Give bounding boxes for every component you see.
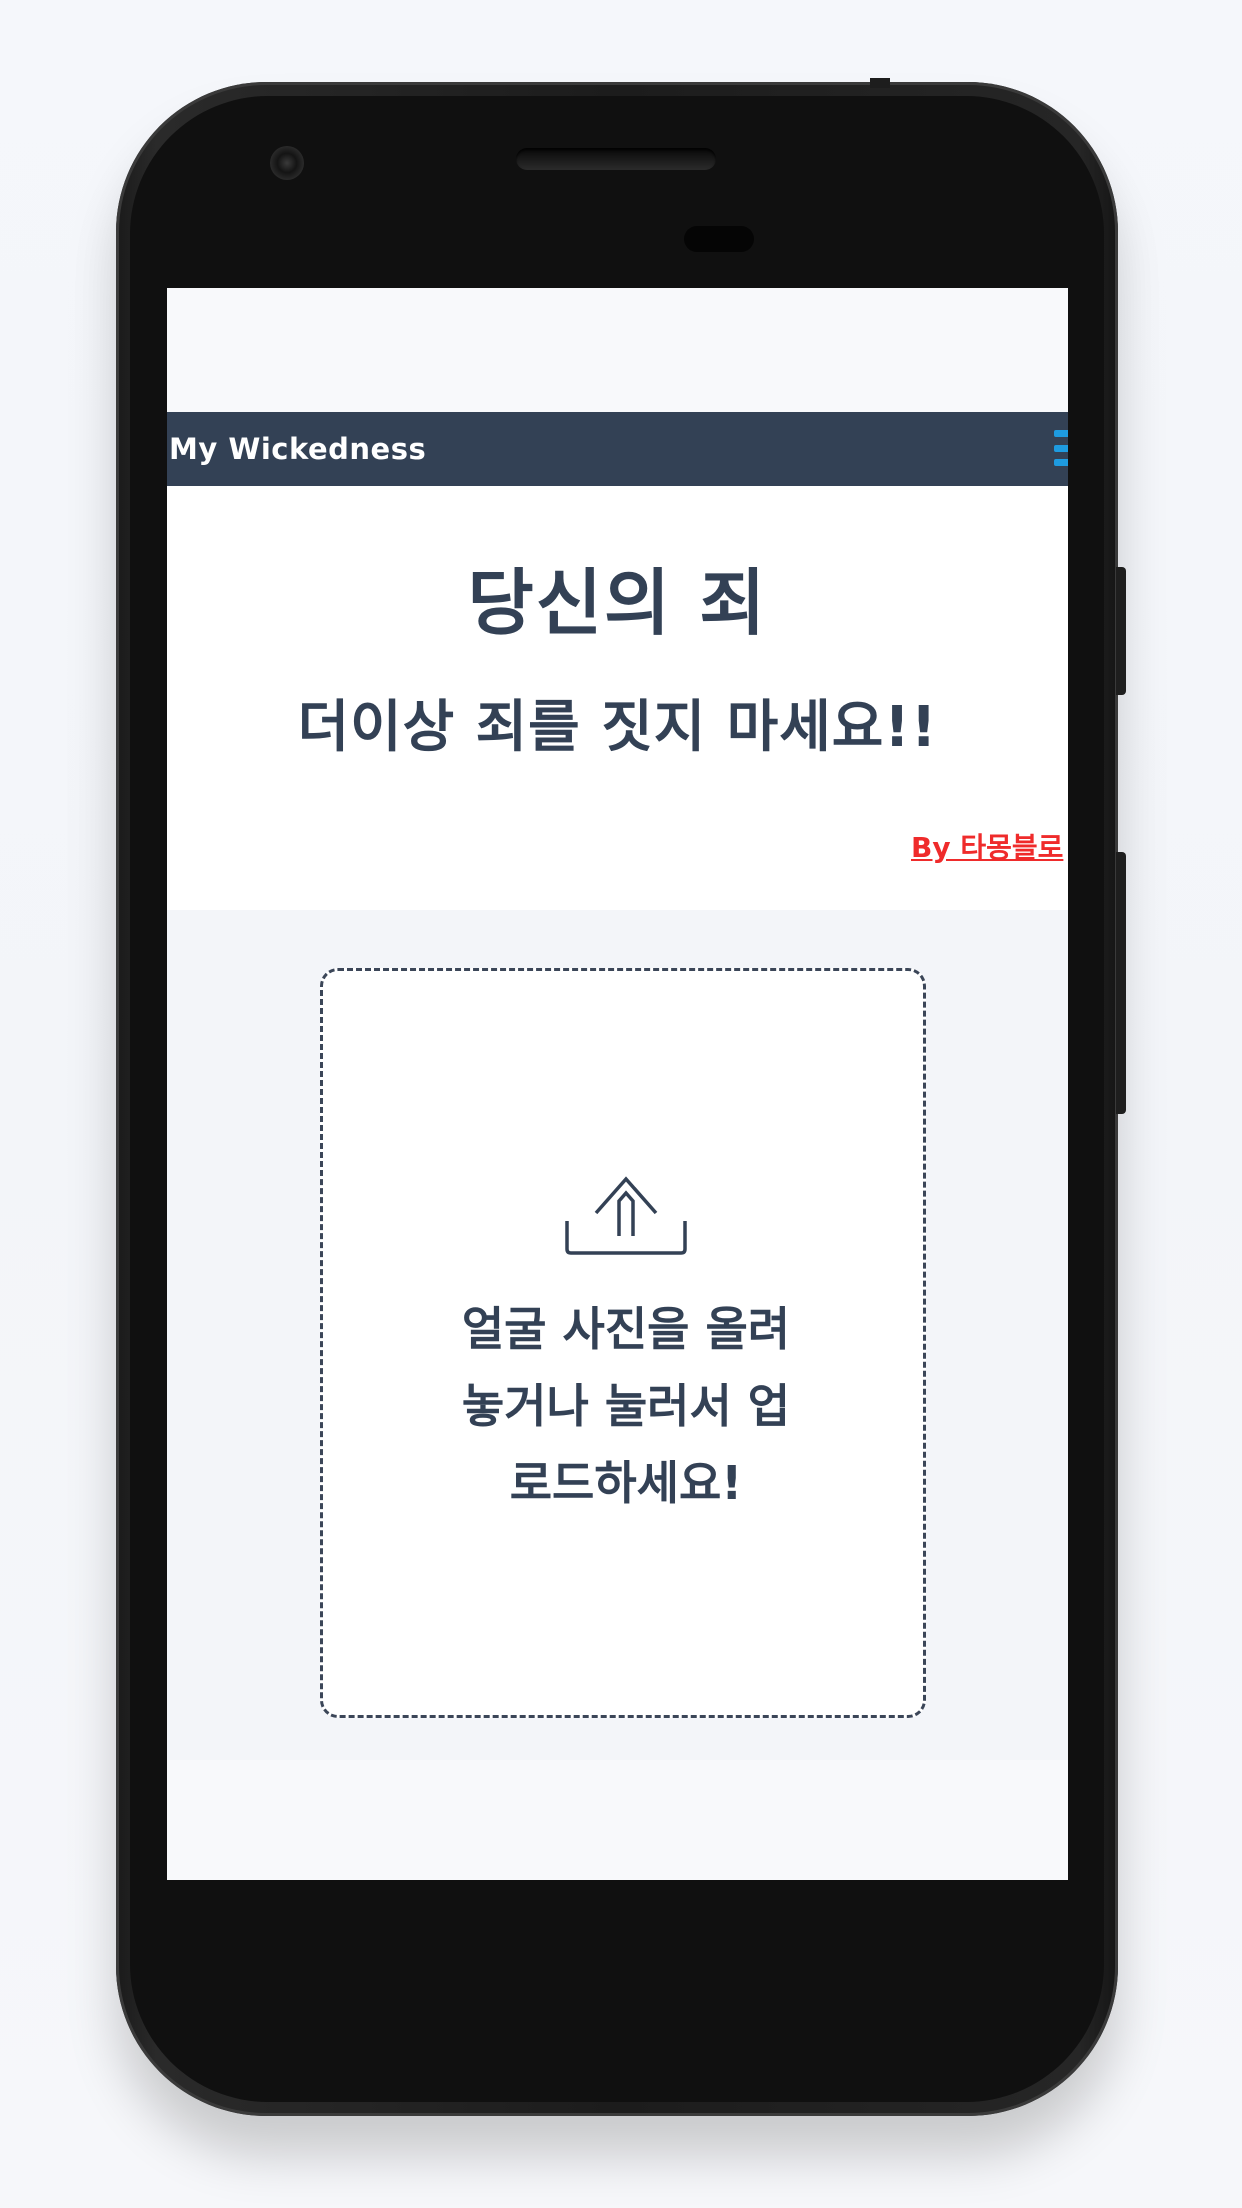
hamburger-menu-icon[interactable] <box>1054 430 1068 466</box>
upload-icon <box>565 1176 687 1255</box>
phone-top-mark <box>870 78 890 88</box>
phone-screen: My Wickedness 당신의 죄 더이상 죄를 짓지 마세요!! By 타… <box>167 288 1068 1880</box>
page-subtitle: 더이상 죄를 짓지 마세요!! <box>297 695 938 760</box>
proximity-sensor <box>684 226 754 252</box>
author-link[interactable]: By 타몽블로 <box>911 826 1063 866</box>
upload-instruction: 얼굴 사진을 올려놓거나 눌러서 업로드하세요! <box>461 1302 791 1510</box>
photo-dropzone[interactable]: 얼굴 사진을 올려놓거나 눌러서 업로드하세요! <box>320 968 926 1718</box>
upload-section: 얼굴 사진을 올려놓거나 눌러서 업로드하세요! <box>167 910 1068 1760</box>
earpiece-speaker <box>516 148 716 170</box>
front-camera-icon <box>270 146 304 180</box>
navbar: My Wickedness <box>167 412 1068 486</box>
brand-link[interactable]: My Wickedness <box>167 432 426 466</box>
hero-section: 당신의 죄 더이상 죄를 짓지 마세요!! By 타몽블로 <box>167 486 1068 910</box>
power-button <box>1116 567 1126 695</box>
page-title: 당신의 죄 <box>467 561 768 645</box>
volume-button <box>1116 852 1126 1114</box>
